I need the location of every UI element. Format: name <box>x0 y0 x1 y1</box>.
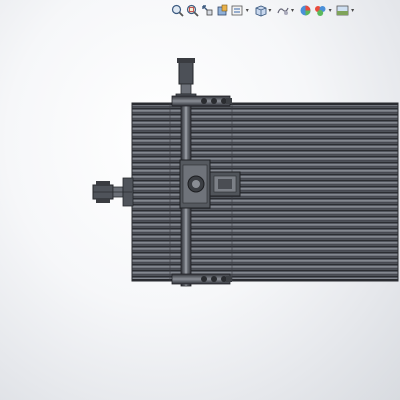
zoom-to-fit-icon[interactable] <box>171 3 184 18</box>
dynamic-annotation-views-icon[interactable] <box>231 3 244 18</box>
heads-up-view-toolbar: ▾ ▾ ▾ ▾ ▾ <box>170 1 358 19</box>
display-style-icon[interactable] <box>276 3 289 18</box>
gantry-bottom-bracket[interactable] <box>171 273 232 285</box>
gantry-top-bracket[interactable] <box>171 95 232 107</box>
model-view[interactable] <box>0 0 400 400</box>
chevron-down-icon[interactable]: ▾ <box>268 3 273 18</box>
x-axis-motor[interactable] <box>175 58 197 103</box>
chevron-down-icon[interactable]: ▾ <box>245 3 250 18</box>
graphics-area[interactable] <box>0 0 400 400</box>
chevron-down-icon[interactable]: ▾ <box>290 3 295 18</box>
previous-view-icon[interactable] <box>201 3 214 18</box>
section-view-icon[interactable] <box>216 3 229 18</box>
chevron-down-icon[interactable]: ▾ <box>350 3 355 18</box>
apply-scene-icon[interactable] <box>336 3 349 18</box>
hide-show-items-icon[interactable] <box>299 3 312 18</box>
view-orientation-icon[interactable] <box>254 3 267 18</box>
extrusion-bed[interactable] <box>131 102 399 282</box>
chevron-down-icon[interactable]: ▾ <box>328 3 333 18</box>
zoom-to-area-icon[interactable] <box>186 3 199 18</box>
y-axis-motor[interactable] <box>92 177 134 207</box>
edit-appearance-icon[interactable] <box>314 3 327 18</box>
